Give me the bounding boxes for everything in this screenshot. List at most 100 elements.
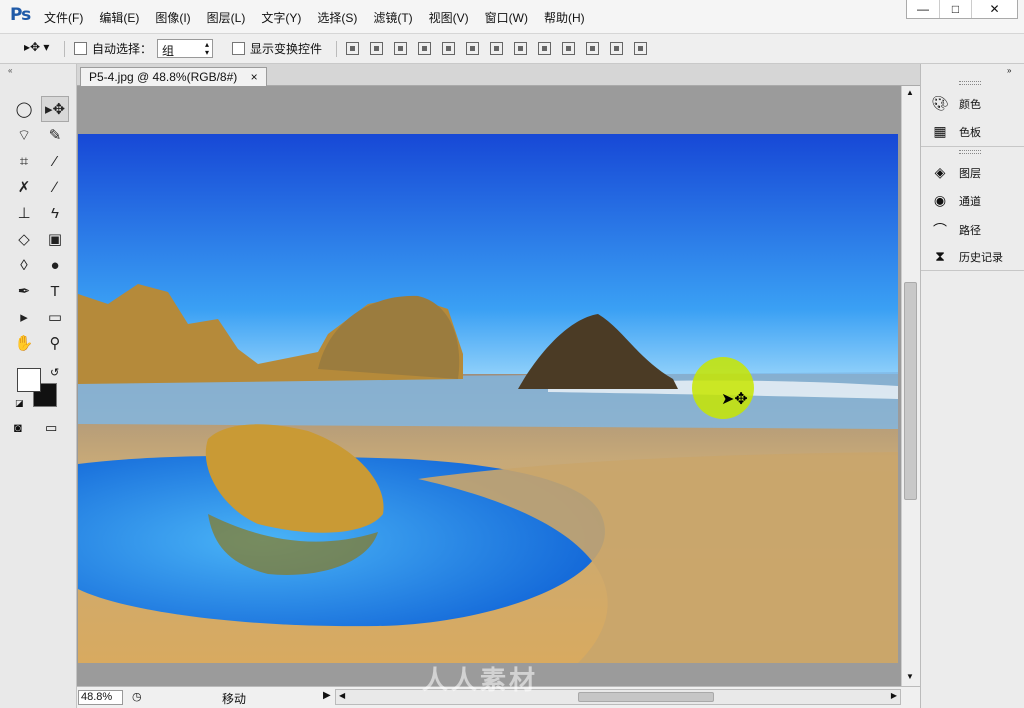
collapse-tools-icon[interactable]: « (8, 66, 12, 75)
quick-mask-icon[interactable]: ◙ (14, 420, 22, 435)
menu-select[interactable]: 选择(S) (317, 9, 357, 26)
paths-icon: ⌒ (933, 222, 947, 238)
panel-swatches[interactable]: ▦ 色板 (931, 123, 981, 140)
document-image[interactable]: ➤✥ (78, 134, 898, 663)
document-tab-title: P5-4.jpg @ 48.8%(RGB/8#) (89, 70, 238, 84)
lasso-tool-icon[interactable]: ⌔ (10, 122, 38, 148)
panel-channels[interactable]: ◉ 通道 (931, 192, 981, 209)
main-menu: 文件(F) 编辑(E) 图像(I) 图层(L) 文字(Y) 选择(S) 滤镜(T… (44, 9, 601, 26)
pen-tool-icon[interactable]: ✒ (10, 278, 38, 304)
menu-bar: Ps 文件(F) 编辑(E) 图像(I) 图层(L) 文字(Y) 选择(S) 滤… (0, 0, 1024, 34)
align-vertical-center-icon[interactable] (370, 42, 383, 55)
document-area: P5-4.jpg @ 48.8%(RGB/8#) × ➤✥ ▲ ▼ 48.8% … (77, 64, 920, 708)
distribute-vertical-center-icon[interactable] (514, 42, 527, 55)
document-info-icon[interactable]: ◷ (132, 690, 142, 703)
show-transform-label: 显示变换控件 (250, 42, 323, 56)
menu-view[interactable]: 视图(V) (429, 9, 469, 26)
zoom-level-field[interactable]: 48.8% (78, 690, 123, 705)
panel-color[interactable]: 🎨︎ 颜色 (931, 95, 981, 112)
hand-tool-icon[interactable]: ✋ (10, 330, 38, 356)
cursor-highlight (692, 357, 754, 419)
dodge-tool-icon[interactable]: ● (41, 252, 69, 278)
dropdown-value: 组 (162, 44, 175, 58)
swap-colors-icon[interactable]: ↺ (50, 366, 59, 379)
menu-file[interactable]: 文件(F) (44, 9, 83, 26)
panel-paths-label: 路径 (959, 225, 981, 237)
distribute-top-icon[interactable] (490, 42, 503, 55)
eyedropper-tool-icon[interactable]: ⁄ (41, 148, 69, 174)
minimize-icon[interactable]: — (907, 0, 939, 18)
auto-select-target-dropdown[interactable]: 组 ▴ ▾ (157, 39, 213, 58)
close-icon[interactable]: ✕ (971, 0, 1017, 18)
auto-align-layers-icon[interactable] (634, 42, 647, 55)
horizontal-scroll-thumb[interactable] (578, 692, 714, 702)
menu-layer[interactable]: 图层(L) (207, 9, 246, 26)
align-distribute-buttons (346, 42, 658, 55)
move-cursor-icon: ➤✥ (721, 391, 748, 408)
type-tool-icon[interactable]: T (41, 278, 69, 304)
vertical-scrollbar[interactable]: ▲ ▼ (901, 86, 920, 686)
brush-tool-icon[interactable]: ∕ (41, 174, 69, 200)
distribute-right-icon[interactable] (610, 42, 623, 55)
zoom-tool-icon[interactable]: ⚲ (41, 330, 69, 356)
quick-selection-tool-icon[interactable]: ✎ (41, 122, 69, 148)
panel-paths[interactable]: ⌒ 路径 (931, 220, 981, 240)
scroll-right-icon[interactable]: ▶ (891, 691, 897, 700)
elliptical-marquee-tool-icon[interactable]: ◯ (10, 96, 38, 122)
align-horizontal-center-icon[interactable] (442, 42, 455, 55)
panel-group-grip[interactable] (959, 81, 981, 85)
rectangle-tool-icon[interactable]: ▭ (41, 304, 69, 330)
status-mode-text: 移动 (222, 692, 247, 706)
default-colors-icon[interactable]: ◪ (15, 398, 24, 409)
menu-filter[interactable]: 滤镜(T) (373, 9, 412, 26)
gradient-tool-icon[interactable]: ▣ (41, 226, 69, 252)
status-menu-arrow-icon[interactable]: ▶ (323, 690, 331, 701)
panel-layers[interactable]: ◈ 图层 (931, 164, 981, 181)
window-controls: — □ ✕ (906, 0, 1018, 19)
show-transform-check-icon[interactable] (232, 42, 245, 55)
move-tool-icon[interactable]: ▸✥ (41, 96, 69, 122)
document-tab[interactable]: P5-4.jpg @ 48.8%(RGB/8#) × (80, 67, 267, 86)
show-transform-checkbox[interactable]: 显示变换控件 (232, 40, 322, 57)
scroll-up-icon[interactable]: ▲ (906, 88, 914, 97)
align-right-icon[interactable] (466, 42, 479, 55)
clone-stamp-tool-icon[interactable]: ⊥ (10, 200, 38, 226)
panel-channels-label: 通道 (959, 195, 981, 208)
crop-tool-icon[interactable]: ⌗ (10, 148, 38, 174)
path-selection-tool-icon[interactable]: ▸ (10, 304, 38, 330)
menu-image[interactable]: 图像(I) (155, 9, 190, 26)
beach-photo (78, 134, 898, 663)
color-palette-icon: 🎨︎ (931, 95, 949, 111)
auto-select-check-icon[interactable] (74, 42, 87, 55)
eraser-tool-icon[interactable]: ◇ (10, 226, 38, 252)
menu-type[interactable]: 文字(Y) (261, 9, 301, 26)
history-brush-tool-icon[interactable]: ϟ (41, 200, 69, 226)
maximize-icon[interactable]: □ (939, 0, 971, 18)
options-bar: ▸✥ ▾ 自动选择： 组 ▴ ▾ 显示变换控件 (0, 34, 1024, 64)
horizontal-scrollbar[interactable]: ◀ ▶ (335, 689, 901, 705)
move-tool-preset-icon[interactable]: ▸✥ ▾ (24, 40, 49, 54)
distribute-horizontal-center-icon[interactable] (586, 42, 599, 55)
align-left-icon[interactable] (418, 42, 431, 55)
align-bottom-icon[interactable] (394, 42, 407, 55)
menu-help[interactable]: 帮助(H) (544, 9, 585, 26)
menu-edit[interactable]: 编辑(E) (99, 9, 139, 26)
auto-select-checkbox[interactable]: 自动选择： (74, 40, 152, 57)
panel-group-grip-2[interactable] (959, 150, 981, 154)
panel-history[interactable]: ⧗ 历史记录 (931, 248, 1003, 265)
close-tab-icon[interactable]: × (251, 70, 258, 84)
align-top-icon[interactable] (346, 42, 359, 55)
screen-mode-icon[interactable]: ▭ (45, 420, 57, 436)
scroll-left-icon[interactable]: ◀ (339, 691, 345, 700)
vertical-scroll-thumb[interactable] (904, 282, 917, 500)
blur-tool-icon[interactable]: ◊ (10, 252, 38, 278)
expand-panels-icon[interactable]: » (1007, 66, 1011, 75)
distribute-left-icon[interactable] (562, 42, 575, 55)
distribute-bottom-icon[interactable] (538, 42, 551, 55)
healing-brush-tool-icon[interactable]: ✗ (10, 174, 38, 200)
panel-swatches-label: 色板 (959, 126, 981, 139)
foreground-color-swatch[interactable] (17, 368, 41, 392)
scroll-down-icon[interactable]: ▼ (906, 672, 914, 681)
menu-window[interactable]: 窗口(W) (485, 9, 528, 26)
history-icon: ⧗ (935, 248, 945, 264)
